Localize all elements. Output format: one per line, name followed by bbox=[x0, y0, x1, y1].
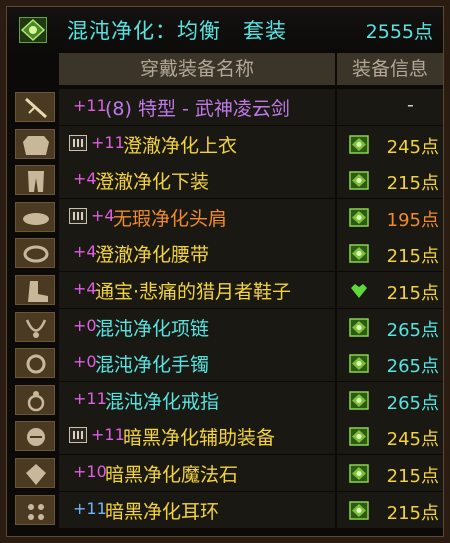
equipment-points: 265点 bbox=[386, 392, 439, 414]
equipment-info-cell: 195点 bbox=[337, 198, 443, 235]
equipment-points: 215点 bbox=[386, 466, 439, 487]
equipment-name-cell[interactable]: +11 混沌净化戒指 bbox=[59, 381, 335, 418]
equipment-row[interactable]: +11 (8) 特型 - 武神凌云剑 - bbox=[7, 89, 443, 125]
equipment-points: - bbox=[407, 94, 414, 116]
equipment-name: 混沌净化项链 bbox=[95, 317, 210, 340]
equipment-info-cell: 245点 bbox=[337, 125, 443, 162]
equipment-name: 澄澈净化腰带 bbox=[95, 244, 210, 267]
equipment-points: 245点 bbox=[386, 429, 439, 451]
set-header: 混沌净化：均衡 套装 2555点 bbox=[7, 7, 443, 51]
enhance-level: +10 bbox=[73, 462, 107, 481]
equipment-name: 无瑕净化头肩 bbox=[113, 207, 228, 230]
column-header-info: 装备信息 bbox=[337, 53, 443, 85]
equipment-points: 215点 bbox=[386, 283, 439, 304]
equipment-info-cell: 215点 bbox=[337, 162, 443, 199]
enhance-level: +11 bbox=[91, 132, 125, 152]
equipment-name: 通宝·悲痛的猎月者鞋子 bbox=[95, 281, 292, 303]
bracelet-icon[interactable] bbox=[15, 348, 55, 379]
enhance-level: +11 bbox=[73, 498, 107, 518]
equipment-info-cell: 215点 bbox=[337, 235, 443, 272]
tier-badge-icon bbox=[69, 134, 87, 151]
equipment-row[interactable]: +11 暗黑净化耳环 215点 bbox=[7, 491, 443, 528]
enhance-level: +4 bbox=[91, 205, 115, 225]
column-header-name: 穿戴装备名称 bbox=[59, 53, 335, 85]
equipment-row[interactable]: +0 混沌净化手镯 265点 bbox=[7, 345, 443, 382]
enhance-level: +4 bbox=[73, 242, 97, 262]
sword-icon[interactable] bbox=[15, 92, 55, 122]
equipment-info-cell: 215点 bbox=[337, 272, 443, 308]
equipment-row[interactable]: +4 通宝·悲痛的猎月者鞋子 215点 bbox=[7, 272, 443, 308]
pants-icon[interactable] bbox=[15, 165, 55, 196]
equipment-row[interactable]: +4 澄澈净化下装 215点 bbox=[7, 162, 443, 199]
equipment-row[interactable]: +4 澄澈净化腰带 215点 bbox=[7, 235, 443, 272]
equipment-row[interactable]: +0 混沌净化项链 265点 bbox=[7, 308, 443, 345]
enhance-level: +4 bbox=[73, 279, 97, 298]
equipment-name-cell[interactable]: +11 暗黑净化耳环 bbox=[59, 491, 335, 528]
equipment-row[interactable]: +11 混沌净化戒指 265点 bbox=[7, 381, 443, 418]
equipment-set-panel: 混沌净化：均衡 套装 2555点 穿戴装备名称 装备信息 +11 (8) 特型 -… bbox=[6, 6, 444, 537]
equipment-info-cell: 265点 bbox=[337, 308, 443, 345]
equipment-name: 暗黑净化辅助装备 bbox=[123, 427, 276, 450]
equipment-info-cell: 215点 bbox=[337, 455, 443, 491]
equipment-name: 暗黑净化耳环 bbox=[105, 500, 220, 523]
equipment-name-cell[interactable]: +0 混沌净化项链 bbox=[59, 308, 335, 345]
tier-badge-icon bbox=[69, 427, 87, 444]
equipment-name-cell[interactable]: +0 混沌净化手镯 bbox=[59, 345, 335, 382]
equipment-name-cell[interactable]: +10 暗黑净化魔法石 bbox=[59, 455, 335, 491]
equipment-points: 215点 bbox=[386, 502, 439, 524]
equipment-name: (8) 特型 - 武神凌云剑 bbox=[105, 98, 290, 120]
enhance-level: +11 bbox=[91, 425, 125, 445]
magic-stone-icon[interactable] bbox=[15, 458, 55, 488]
set-emblem-icon[interactable] bbox=[19, 17, 47, 43]
shoulder-icon[interactable] bbox=[15, 201, 55, 232]
equipment-name: 混沌净化手镯 bbox=[95, 354, 210, 377]
belt-icon[interactable] bbox=[15, 238, 55, 269]
equipment-points: 195点 bbox=[386, 209, 439, 231]
equipment-points: 265点 bbox=[386, 356, 439, 378]
coat-icon[interactable] bbox=[15, 128, 55, 159]
enhance-level: +11 bbox=[73, 388, 107, 408]
support-icon[interactable] bbox=[15, 421, 55, 452]
equipment-name: 澄澈净化上衣 bbox=[123, 134, 238, 157]
equipment-row[interactable]: +4 无瑕净化头肩 195点 bbox=[7, 198, 443, 235]
tier-badge-icon bbox=[69, 207, 87, 224]
equipment-points: 215点 bbox=[386, 246, 439, 268]
equipment-info-cell: 245点 bbox=[337, 418, 443, 455]
equipment-name: 暗黑净化魔法石 bbox=[105, 464, 239, 486]
equipment-info-cell: 265点 bbox=[337, 345, 443, 382]
set-title: 混沌净化：均衡 套装 bbox=[67, 19, 287, 43]
equipment-info-cell: 215点 bbox=[337, 491, 443, 528]
equipment-name-cell[interactable]: +4 无瑕净化头肩 bbox=[59, 198, 335, 235]
equipment-name-cell[interactable]: +4 澄澈净化下装 bbox=[59, 162, 335, 199]
enhance-level: +0 bbox=[73, 352, 97, 372]
equipment-name-cell[interactable]: +11 (8) 特型 - 武神凌云剑 bbox=[59, 89, 335, 125]
equipment-name-cell[interactable]: +11 暗黑净化辅助装备 bbox=[59, 418, 335, 455]
equipment-points: 215点 bbox=[386, 173, 439, 195]
enhance-level: +11 bbox=[73, 96, 107, 115]
equipment-name-cell[interactable]: +4 澄澈净化腰带 bbox=[59, 235, 335, 272]
earring-icon[interactable] bbox=[15, 494, 55, 525]
equipment-points: 245点 bbox=[386, 136, 439, 158]
equipment-name: 澄澈净化下装 bbox=[95, 171, 210, 194]
equipment-points: 265点 bbox=[386, 319, 439, 341]
ring-icon[interactable] bbox=[15, 384, 55, 415]
equipment-name-cell[interactable]: +4 通宝·悲痛的猎月者鞋子 bbox=[59, 272, 335, 308]
equipment-name-cell[interactable]: +11 澄澈净化上衣 bbox=[59, 125, 335, 162]
equipment-row[interactable]: +10 暗黑净化魔法石 215点 bbox=[7, 455, 443, 491]
enhance-level: +0 bbox=[73, 315, 97, 335]
necklace-icon[interactable] bbox=[15, 311, 55, 342]
enhance-level: +4 bbox=[73, 169, 97, 189]
equipment-name: 混沌净化戒指 bbox=[105, 390, 220, 413]
equipment-info-cell: 265点 bbox=[337, 381, 443, 418]
equipment-info-cell: - bbox=[337, 89, 443, 125]
equipment-row[interactable]: +11 澄澈净化上衣 245点 bbox=[7, 125, 443, 162]
set-total-points: 2555点 bbox=[365, 21, 433, 43]
boots-icon[interactable] bbox=[15, 275, 55, 305]
equipment-row[interactable]: +11 暗黑净化辅助装备 245点 bbox=[7, 418, 443, 455]
